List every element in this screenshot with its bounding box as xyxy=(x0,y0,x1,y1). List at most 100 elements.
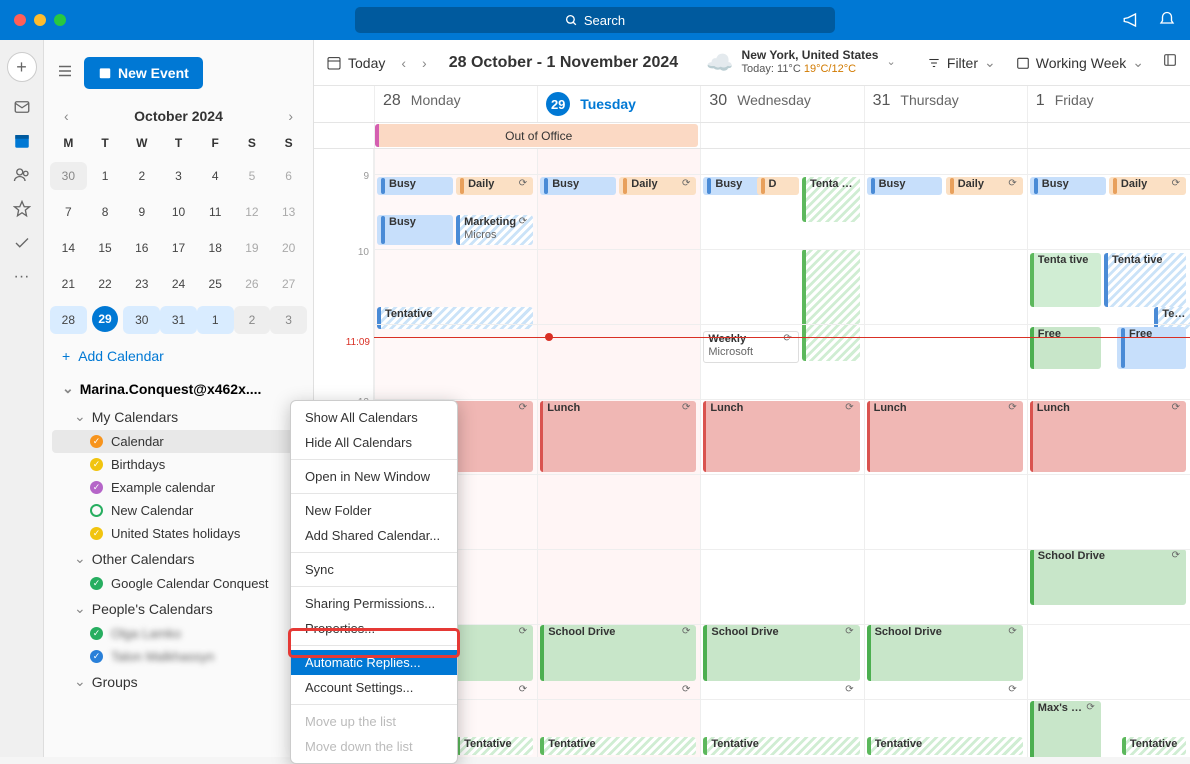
day-header[interactable]: 31Thursday xyxy=(864,86,1027,122)
minical-day[interactable]: 23 xyxy=(123,270,160,298)
minical-day[interactable]: 13 xyxy=(270,198,307,226)
event[interactable]: Tenta tive xyxy=(1104,253,1186,307)
context-menu-item[interactable]: Automatic Replies... xyxy=(291,650,457,675)
mail-icon[interactable] xyxy=(12,98,32,116)
minical-next[interactable]: › xyxy=(284,106,297,126)
day-header[interactable]: 29Tuesday xyxy=(537,86,700,122)
minical-day[interactable]: 6 xyxy=(270,162,307,190)
event[interactable]: Daily⟳ xyxy=(456,177,533,195)
minical-day[interactable]: 15 xyxy=(87,234,124,262)
minical-day[interactable]: 24 xyxy=(160,270,197,298)
maximize-window[interactable] xyxy=(54,14,66,26)
minical-day[interactable]: 29 xyxy=(92,306,118,332)
event[interactable]: Tentative xyxy=(540,737,696,755)
event[interactable]: D xyxy=(757,177,799,195)
calendar-item[interactable]: ✓Example calendar xyxy=(52,476,305,499)
minical-day[interactable]: 10 xyxy=(160,198,197,226)
new-event-button[interactable]: New Event xyxy=(84,57,203,89)
event[interactable]: School Drive⟳ xyxy=(703,625,859,681)
day-header[interactable]: 28Monday xyxy=(374,86,537,122)
filter-button[interactable]: Filter ⌄ xyxy=(927,54,996,71)
allday-event-ooo[interactable]: Out of Office xyxy=(375,124,698,147)
hamburger-icon[interactable] xyxy=(56,62,74,85)
event[interactable]: School Drive⟳ xyxy=(1030,549,1186,605)
event[interactable]: Lunch⟳ xyxy=(540,401,696,472)
minical-day[interactable]: 28 xyxy=(50,306,87,334)
col-tuesday[interactable]: BusyDaily⟳Lunch⟳School Drive⟳Tentative ⟳ xyxy=(537,149,700,757)
minical-day[interactable]: 25 xyxy=(197,270,234,298)
minical-day[interactable]: 3 xyxy=(160,162,197,190)
minical-prev[interactable]: ‹ xyxy=(60,106,73,126)
minical-day[interactable]: 12 xyxy=(234,198,271,226)
context-menu-item[interactable]: Add Shared Calendar... xyxy=(291,523,457,548)
event[interactable]: Daily⟳ xyxy=(1109,177,1186,195)
search-input[interactable]: Search xyxy=(355,7,835,33)
calendar-group[interactable]: ⌄People's Calendars xyxy=(52,595,305,622)
context-menu-item[interactable]: Sharing Permissions... xyxy=(291,591,457,616)
calendar-item[interactable]: ✓Calendar xyxy=(52,430,305,453)
event[interactable]: Busy xyxy=(540,177,616,195)
prev-week[interactable]: ‹ xyxy=(395,53,412,73)
checkmark-icon[interactable] xyxy=(12,234,32,252)
calendar-item[interactable]: ✓Birthdays xyxy=(52,453,305,476)
event[interactable]: Daily⟳ xyxy=(619,177,696,195)
event[interactable]: Free xyxy=(1117,327,1186,369)
context-menu-item[interactable]: Hide All Calendars xyxy=(291,430,457,455)
context-menu-item[interactable]: New Folder xyxy=(291,498,457,523)
minical-day[interactable]: 5 xyxy=(234,162,271,190)
event[interactable]: School Drive⟳ xyxy=(867,625,1023,681)
more-icon[interactable]: ··· xyxy=(12,268,32,286)
minical-day[interactable]: 7 xyxy=(50,198,87,226)
minical-day[interactable]: 16 xyxy=(123,234,160,262)
col-thursday[interactable]: BusyDaily⟳Lunch⟳School Drive⟳Tentative ⟳ xyxy=(864,149,1027,757)
context-menu-item[interactable]: Show All Calendars xyxy=(291,405,457,430)
minical-day[interactable]: 3 xyxy=(270,306,307,334)
minical-day[interactable]: 1 xyxy=(87,162,124,190)
calendar-item[interactable]: New Calendar xyxy=(52,499,305,522)
event[interactable]: Tentative xyxy=(1122,737,1186,755)
view-picker[interactable]: Working Week ⌄ xyxy=(1016,54,1144,71)
people-icon[interactable] xyxy=(12,166,32,184)
minical-day[interactable]: 2 xyxy=(234,306,271,334)
bell-icon[interactable] xyxy=(1158,11,1176,29)
event[interactable]: Free xyxy=(1030,327,1101,369)
minical-day[interactable]: 1 xyxy=(197,306,234,334)
star-icon[interactable] xyxy=(12,200,32,218)
context-menu-item[interactable]: Properties... xyxy=(291,616,457,641)
weather-widget[interactable]: ☁️ New York, United States Today: 11°C 1… xyxy=(706,48,896,77)
calendar-item[interactable]: ✓Olga Lamko xyxy=(52,622,305,645)
close-window[interactable] xyxy=(14,14,26,26)
event[interactable]: School Drive⟳ xyxy=(540,625,696,681)
calendar-group[interactable]: ⌄Groups xyxy=(52,668,305,695)
minical-day[interactable]: 9 xyxy=(123,198,160,226)
event[interactable]: Tentative xyxy=(456,737,533,755)
megaphone-icon[interactable] xyxy=(1122,11,1140,29)
context-menu-item[interactable]: Account Settings... xyxy=(291,675,457,700)
minical-day[interactable]: 11 xyxy=(197,198,234,226)
event[interactable]: Tentative xyxy=(703,737,859,755)
calendar-group[interactable]: ⌄Other Calendars xyxy=(52,545,305,572)
event[interactable]: Busy xyxy=(377,177,453,195)
minical-day[interactable]: 30 xyxy=(123,306,160,334)
add-calendar-button[interactable]: + Add Calendar xyxy=(44,338,313,370)
event[interactable]: Lunch⟳ xyxy=(703,401,859,472)
minical-day[interactable]: 17 xyxy=(160,234,197,262)
compose-button[interactable]: + xyxy=(7,52,37,82)
event[interactable]: Lunch⟳ xyxy=(1030,401,1186,472)
event[interactable]: Lunch⟳ xyxy=(867,401,1023,472)
event[interactable]: Busy xyxy=(867,177,943,195)
minical-day[interactable]: 19 xyxy=(234,234,271,262)
minical-day[interactable]: 2 xyxy=(123,162,160,190)
account-row[interactable]: ⌄ Marina.Conquest@x462x.... xyxy=(52,374,305,403)
context-menu-item[interactable]: Sync xyxy=(291,557,457,582)
event[interactable]: Tenta tive xyxy=(802,177,860,222)
minical-day[interactable]: 22 xyxy=(87,270,124,298)
col-wednesday[interactable]: BusyDTenta tiveWeeklyMicrosoft⟳ Lunch⟳Sc… xyxy=(700,149,863,757)
minimize-window[interactable] xyxy=(34,14,46,26)
col-friday[interactable]: BusyDaily⟳Tenta tiveTenta tiveTentaFreeF… xyxy=(1027,149,1190,757)
event[interactable]: Busy xyxy=(1030,177,1106,195)
calendar-item[interactable]: ✓United States holidays xyxy=(52,522,305,545)
minical-day[interactable]: 14 xyxy=(50,234,87,262)
event[interactable]: Max's English Class⟳ xyxy=(1030,701,1101,757)
minical-day[interactable]: 18 xyxy=(197,234,234,262)
